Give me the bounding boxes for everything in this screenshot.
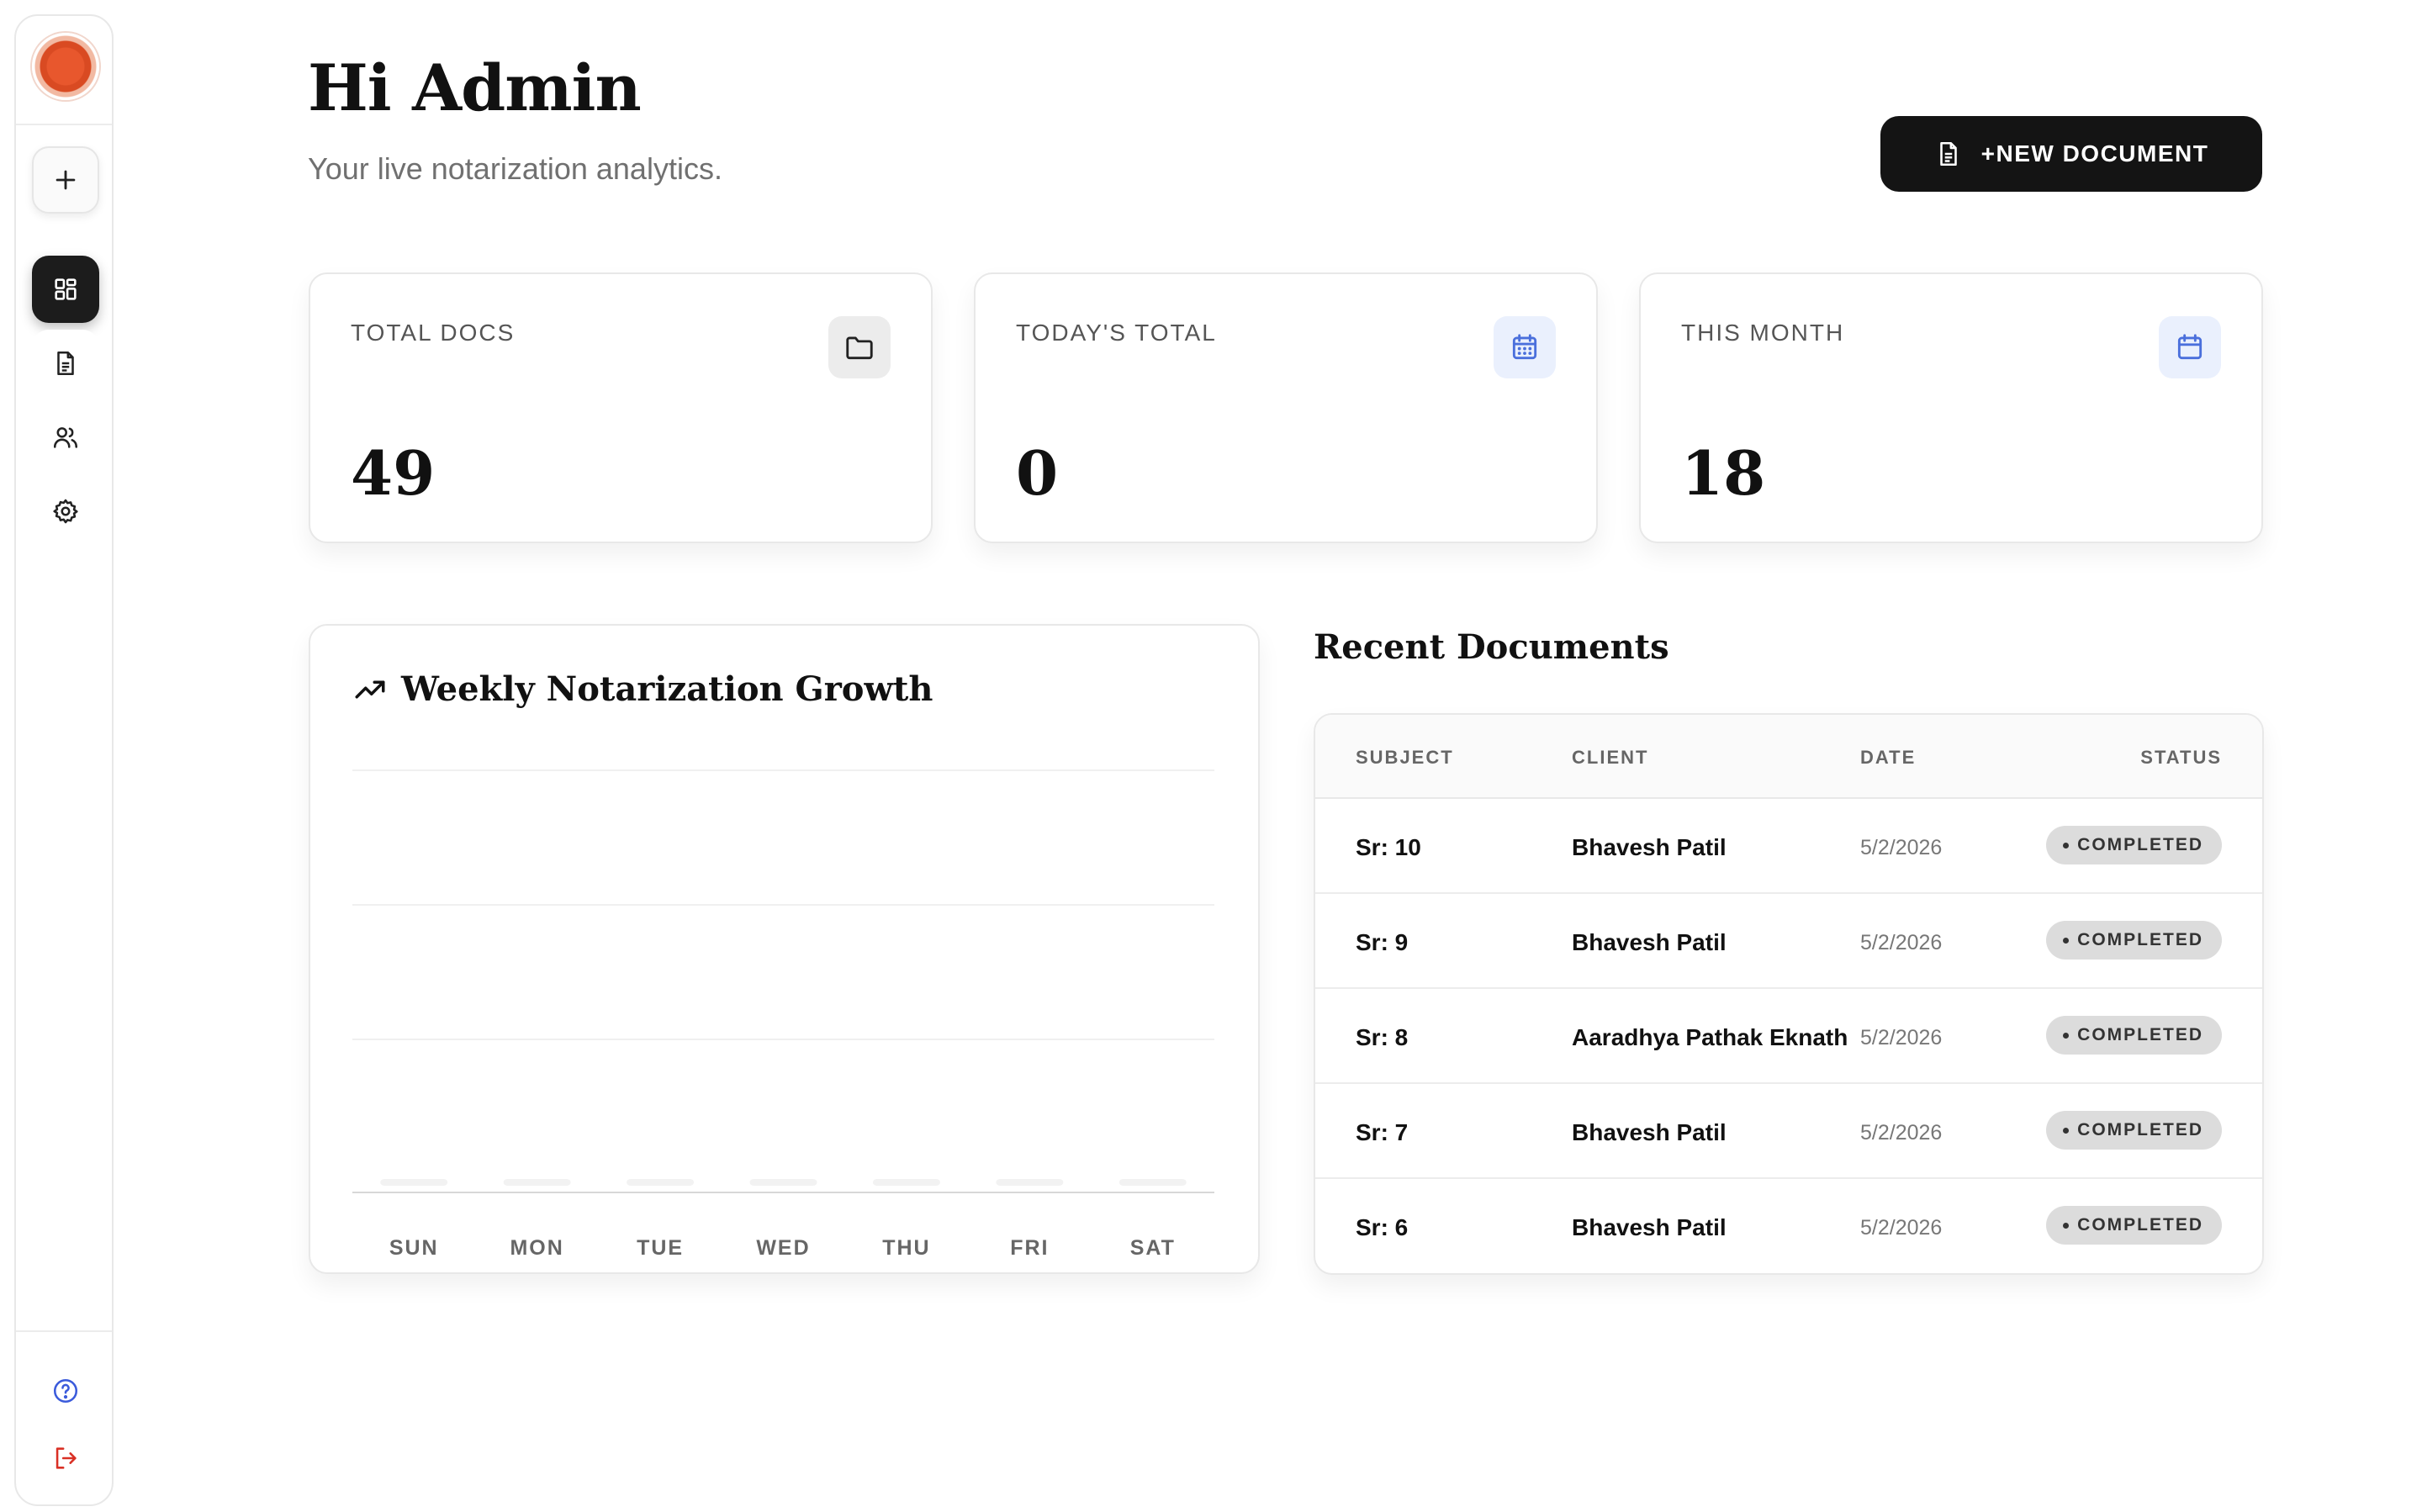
- row-date: 5/2/2026: [1860, 1026, 1943, 1049]
- table-row[interactable]: Sr: 8 Aaradhya Pathak Eknath 5/2/2026 CO…: [1315, 989, 2262, 1084]
- sidebar-divider: [16, 124, 112, 125]
- x-tick-label: THU: [882, 1236, 930, 1260]
- stat-value: 0: [1016, 437, 1059, 509]
- x-tick-label: SAT: [1130, 1236, 1176, 1260]
- status-dot: [2063, 842, 2070, 849]
- status-text: COMPLETED: [2077, 1120, 2203, 1139]
- sidebar-divider: [16, 1330, 112, 1332]
- help-circle-icon: [53, 1378, 78, 1404]
- status-text: COMPLETED: [2077, 930, 2203, 949]
- new-document-label: +NEW DOCUMENT: [1980, 140, 2209, 167]
- status-text: COMPLETED: [2077, 1025, 2203, 1044]
- x-tick-label: FRI: [1010, 1236, 1049, 1260]
- row-client: Bhavesh Patil: [1572, 929, 1727, 955]
- row-date: 5/2/2026: [1860, 1216, 1943, 1240]
- chart-bar-tue[interactable]: [627, 1179, 695, 1186]
- row-date: 5/2/2026: [1860, 1121, 1943, 1145]
- weekly-bar-chart: SUN MON TUE WED THU FRI SAT: [352, 769, 1214, 1260]
- stat-icon: [1494, 316, 1556, 378]
- row-client: Aaradhya Pathak Eknath: [1572, 1024, 1848, 1050]
- users-icon: [53, 427, 78, 448]
- table-header: SUBJECT CLIENT DATE STATUS: [1315, 715, 2262, 799]
- status-badge: COMPLETED: [2046, 1206, 2222, 1245]
- add-button[interactable]: [32, 146, 99, 214]
- chart-bar-sun[interactable]: [380, 1179, 448, 1186]
- table-row[interactable]: Sr: 10 Bhavesh Patil 5/2/2026 COMPLETED: [1315, 799, 2262, 894]
- stat-label: TODAY'S TOTAL: [1016, 320, 1217, 346]
- column-header-subject: SUBJECT: [1356, 747, 1454, 768]
- status-text: COMPLETED: [2077, 1215, 2203, 1234]
- sidebar: [14, 14, 114, 1506]
- status-badge: COMPLETED: [2046, 1111, 2222, 1150]
- column-header-date: DATE: [1860, 747, 1917, 768]
- new-document-button[interactable]: +NEW DOCUMENT: [1880, 116, 2262, 192]
- row-subject: Sr: 10: [1356, 834, 1421, 860]
- x-tick-label: WED: [756, 1236, 810, 1260]
- row-subject: Sr: 9: [1356, 929, 1409, 955]
- row-client: Bhavesh Patil: [1572, 1119, 1727, 1145]
- sidebar-item-documents[interactable]: [32, 330, 99, 397]
- status-badge: COMPLETED: [2046, 1016, 2222, 1055]
- logo[interactable]: [32, 33, 99, 100]
- status-badge: COMPLETED: [2046, 826, 2222, 864]
- stat-card-total-docs: TOTAL DOCS 49: [309, 272, 933, 543]
- status-text: COMPLETED: [2077, 835, 2203, 854]
- sidebar-item-users[interactable]: [32, 404, 99, 471]
- row-client: Bhavesh Patil: [1572, 834, 1727, 860]
- weekly-growth-chart-card: Weekly Notarization Growth SUN MON TUE WED T…: [309, 624, 1260, 1274]
- status-dot: [2063, 937, 2070, 944]
- sidebar-item-settings[interactable]: [32, 478, 99, 545]
- stat-value: 49: [351, 437, 436, 509]
- row-subject: Sr: 8: [1356, 1024, 1409, 1050]
- recent-documents-table: SUBJECT CLIENT DATE STATUS Sr: 10 Bhaves…: [1314, 713, 2264, 1275]
- chart-bar-wed[interactable]: [749, 1179, 817, 1186]
- grid-icon: [55, 278, 77, 300]
- logout-icon: [56, 1447, 77, 1469]
- row-date: 5/2/2026: [1860, 836, 1943, 859]
- table-row[interactable]: Sr: 9 Bhavesh Patil 5/2/2026 COMPLETED: [1315, 894, 2262, 989]
- sidebar-item-help[interactable]: [32, 1357, 99, 1425]
- page-subtitle: Your live notarization analytics.: [308, 151, 722, 186]
- stat-icon: [2159, 316, 2221, 378]
- chart-bar-thu[interactable]: [872, 1179, 940, 1186]
- stat-value: 18: [1681, 437, 1766, 509]
- row-subject: Sr: 6: [1356, 1214, 1409, 1240]
- stat-icon: [828, 316, 891, 378]
- recent-documents-title: Recent Documents: [1314, 627, 1669, 667]
- table-row[interactable]: Sr: 6 Bhavesh Patil 5/2/2026 COMPLETED: [1315, 1179, 2262, 1273]
- row-client: Bhavesh Patil: [1572, 1214, 1727, 1240]
- chart-bar-mon[interactable]: [503, 1179, 571, 1186]
- x-tick-label: SUN: [389, 1236, 439, 1260]
- page-title: Hi Admin: [308, 50, 642, 125]
- table-row[interactable]: Sr: 7 Bhavesh Patil 5/2/2026 COMPLETED: [1315, 1084, 2262, 1179]
- chart-bar-fri[interactable]: [996, 1179, 1064, 1186]
- row-subject: Sr: 7: [1356, 1119, 1409, 1145]
- gear-icon: [53, 499, 78, 524]
- status-badge: COMPLETED: [2046, 921, 2222, 960]
- sidebar-item-logout[interactable]: [32, 1425, 99, 1492]
- stat-card-todays-total: TODAY'S TOTAL 0: [974, 272, 1598, 543]
- sidebar-item-dashboard[interactable]: [32, 256, 99, 323]
- chart-bar-sat[interactable]: [1118, 1179, 1187, 1186]
- folder-icon: [846, 336, 873, 360]
- x-tick-label: TUE: [637, 1236, 684, 1260]
- document-icon: [57, 351, 74, 376]
- x-tick-label: MON: [510, 1236, 563, 1260]
- status-dot: [2063, 1032, 2070, 1039]
- calendar-icon: [2177, 334, 2203, 360]
- column-header-status: STATUS: [2140, 747, 2222, 768]
- document-icon: [1939, 141, 1957, 167]
- row-date: 5/2/2026: [1860, 931, 1943, 954]
- plus-icon: [56, 170, 76, 190]
- stat-label: THIS MONTH: [1681, 320, 1845, 346]
- status-dot: [2063, 1222, 2070, 1229]
- stat-card-this-month: THIS MONTH 18: [1639, 272, 2263, 543]
- stat-label: TOTAL DOCS: [351, 320, 516, 346]
- column-header-client: CLIENT: [1572, 747, 1649, 768]
- status-dot: [2063, 1127, 2070, 1134]
- calendar-grid-icon: [1512, 334, 1537, 360]
